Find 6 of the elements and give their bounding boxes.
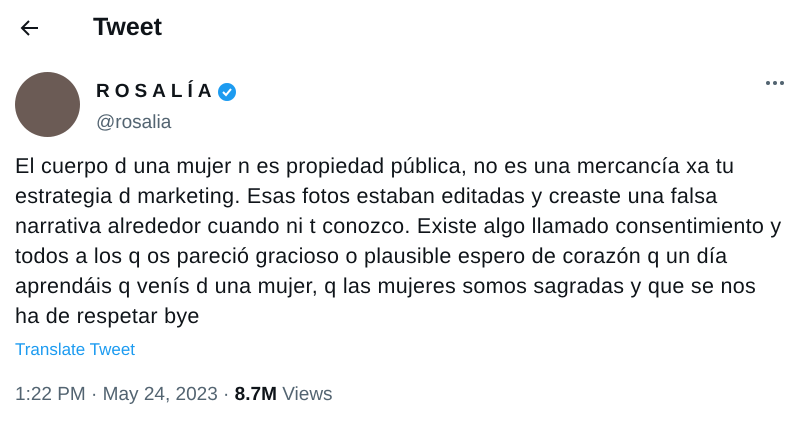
- more-options-icon[interactable]: [765, 80, 785, 86]
- tweet-text: El cuerpo d una mujer n es propiedad pública, no es una mercancía xa tu estrategia d marketing. Esas fotos estaban editadas y creaste una falsa narrativa alrededor cuando ni t conozco. Existe algo llamado consentimiento y todos a los q os pareció gracioso o plausible espero de corazón q un día aprendáis q venís d una mujer, q las mujeres somos sagradas y que se nos ha de respetar bye: [15, 153, 782, 330]
- tweet-metadata: 1:22 PM · May 24, 2023 · 8.7M Views: [15, 382, 334, 406]
- author-name[interactable]: ROSALÍA: [96, 78, 216, 106]
- author-handle[interactable]: @rosalia: [96, 108, 765, 137]
- page-title: Tweet: [93, 12, 162, 44]
